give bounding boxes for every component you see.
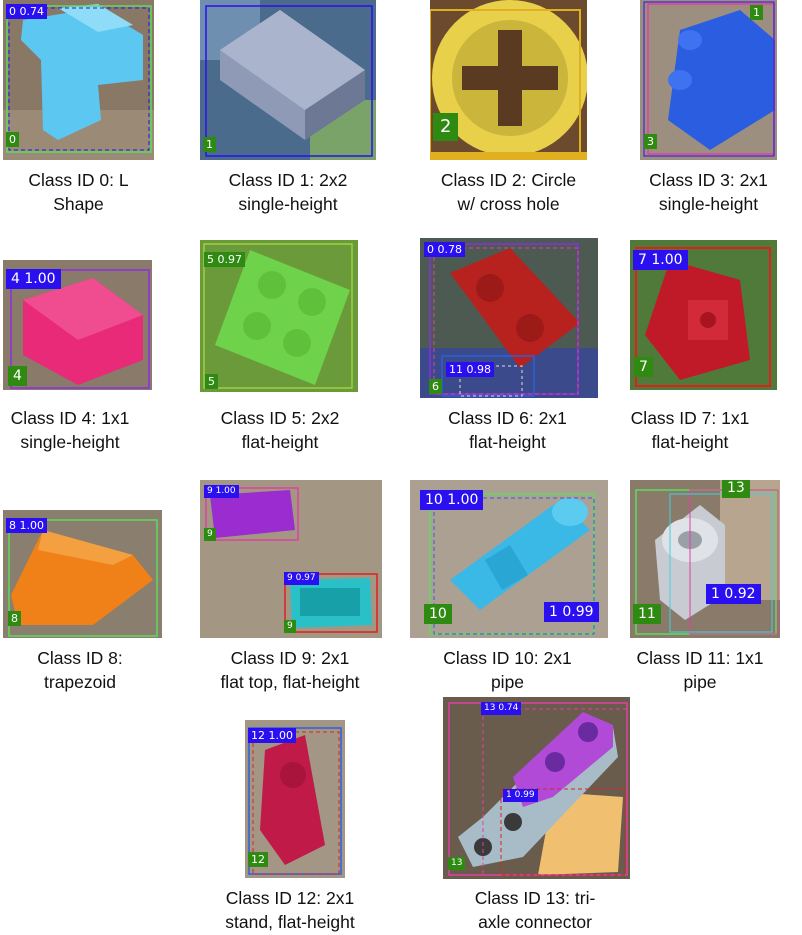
detection-image-class-9: 9 1.00 9 9 0.97 9 (200, 480, 382, 638)
class-id-label: 13 (722, 480, 750, 498)
class-confidence-label: 0 0.74 (6, 4, 47, 19)
detection-image-class-10: 10 1.00 1 0.99 10 (410, 480, 608, 638)
caption-class-11: Class ID 11: 1x1 pipe (636, 648, 764, 692)
caption-class-2: Class ID 2: Circle w/ cross hole (440, 170, 577, 214)
class-id-label: 10 (424, 604, 452, 624)
detection-image-class-2: 2 (430, 0, 587, 160)
detection-image-class-5: 5 0.97 5 (200, 240, 358, 392)
class-confidence-label: 9 0.97 (284, 572, 319, 585)
caption-class-1: Class ID 1: 2x2 single-height (228, 170, 348, 214)
class-id-label: 12 (248, 852, 268, 867)
detection-image-class-8: 8 1.00 8 (3, 510, 162, 638)
class-id-label: 1 (203, 137, 216, 152)
detection-image-class-0: 0 0.74 0 (3, 0, 154, 160)
detection-image-class-4: 4 1.00 4 (3, 260, 152, 390)
detection-image-class-7: 7 1.00 7 (630, 240, 777, 390)
caption-class-9: Class ID 9: 2x1 flat top, flat-height (220, 648, 360, 692)
caption-class-10: Class ID 10: 2x1 pipe (443, 648, 572, 692)
detection-image-class-1: 1 (200, 0, 376, 160)
class-confidence-label: 8 1.00 (6, 518, 47, 533)
class-id-label: 1 (750, 5, 763, 20)
caption-class-5: Class ID 5: 2x2 flat-height (220, 408, 340, 452)
class-id-label: 2 (433, 113, 459, 141)
class-confidence-label: 7 1.00 (633, 250, 688, 270)
flat-top-brick-photo (200, 480, 382, 638)
class-id-label: 11 (633, 604, 661, 624)
detection-image-class-13: 13 0.74 1 0.99 13 (443, 697, 630, 879)
detection-image-class-6: 0 0.78 11 0.98 6 (420, 238, 598, 398)
caption-class-6: Class ID 6: 2x1 flat-height (448, 408, 567, 452)
class-confidence-label: 1 0.99 (503, 789, 538, 802)
detection-image-class-3: 1 3 (640, 0, 777, 160)
detection-image-class-11: 13 1 0.92 11 (630, 480, 780, 638)
caption-class-3: Class ID 3: 2x1 single-height (649, 170, 768, 214)
2x1-brick-photo (640, 0, 777, 160)
detection-image-class-12: 12 1.00 12 (245, 720, 345, 878)
class-confidence-label: 10 1.00 (420, 490, 484, 510)
class-id-label: 3 (644, 134, 657, 149)
caption-class-12: Class ID 12: 2x1 stand, flat-height (225, 888, 355, 932)
class-confidence-label: 1 0.99 (544, 602, 599, 622)
caption-class-4: Class ID 4: 1x1 single-height (10, 408, 130, 452)
class-id-label: 7 (634, 357, 653, 377)
class-confidence-label: 13 0.74 (481, 702, 522, 715)
class-confidence-label: 9 1.00 (204, 485, 239, 498)
caption-class-8: Class ID 8: trapezoid (37, 648, 123, 692)
caption-class-7: Class ID 7: 1x1 flat-height (630, 408, 750, 452)
class-id-label: 6 (429, 379, 442, 394)
tri-axle-connector-photo (443, 697, 630, 879)
2x2-brick-photo (200, 0, 376, 160)
class-confidence-label: 0 0.78 (424, 242, 465, 257)
class-confidence-label: 12 1.00 (248, 728, 296, 743)
class-confidence-label: 5 0.97 (204, 252, 245, 267)
class-id-label: 9 (204, 528, 216, 541)
caption-class-13: Class ID 13: tri-axle connector (474, 888, 596, 932)
class-confidence-label: 11 0.98 (446, 362, 494, 377)
class-id-label: 4 (8, 366, 27, 386)
l-shape-brick-photo (3, 0, 154, 160)
class-id-label: 0 (6, 132, 19, 147)
class-confidence-label: 4 1.00 (6, 269, 61, 289)
class-id-label: 13 (448, 857, 466, 870)
caption-class-0: Class ID 0: L Shape (28, 170, 129, 214)
class-id-label: 5 (205, 374, 218, 389)
class-id-label: 9 (284, 620, 296, 633)
class-confidence-label: 1 0.92 (706, 584, 761, 604)
class-id-label: 8 (8, 611, 21, 626)
